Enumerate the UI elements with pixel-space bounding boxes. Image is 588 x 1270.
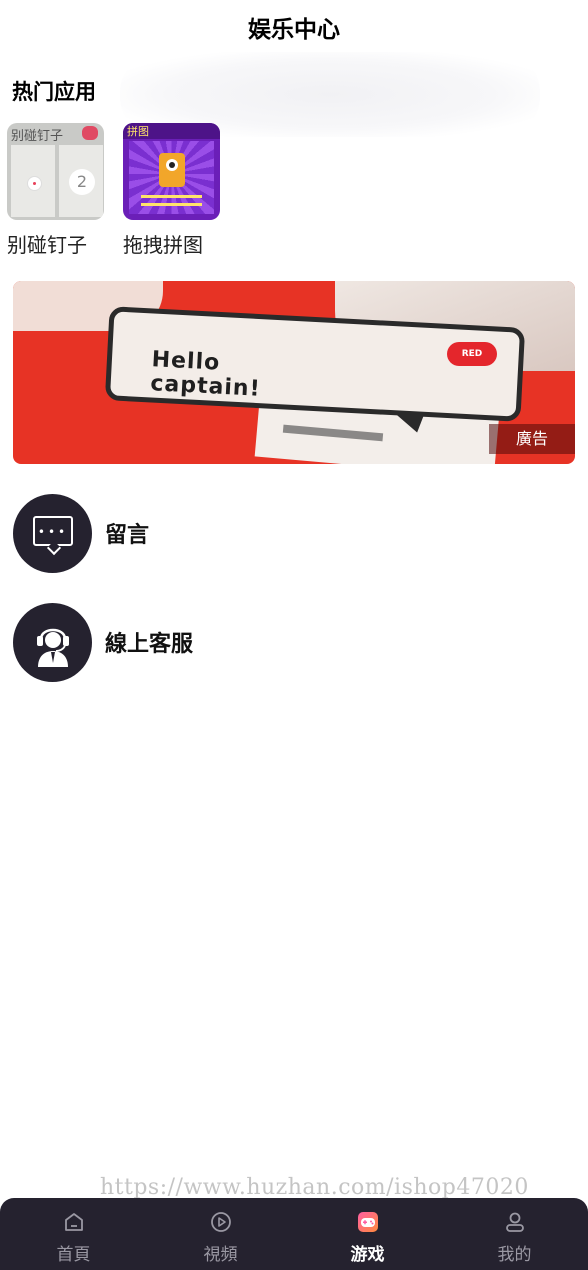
tab-label: 我的 [497,1245,532,1265]
tab-mine[interactable]: 我的 [441,1198,588,1270]
gamepad-icon [357,1212,378,1232]
nail-game-app-icon[interactable]: 别碰钉子 2 [7,123,104,220]
ad-label: 廣告 [489,424,575,454]
customer-service-icon-circle [13,603,92,682]
ad-banner[interactable]: Hello captain! RED 廣告 [13,281,575,464]
tab-label: 首頁 [56,1245,91,1265]
app-name[interactable]: 拖拽拼图 [123,229,223,258]
icon-text-line [141,195,202,198]
list-item-message[interactable]: ••• 留言 [13,494,573,574]
puzzle-game-app-icon[interactable]: 拼图 [123,123,220,220]
tab-label: 視頻 [203,1245,238,1265]
hot-apps-title: 热门应用 [12,80,96,104]
banner-headline: Hello captain! [150,347,263,402]
red-badge: RED [447,342,497,366]
level-number: 2 [69,169,95,195]
app-tile-tuo-zhuai-pin-tu[interactable]: 拼图 拖拽拼图 [123,123,223,258]
tab-home[interactable]: 首頁 [0,1198,147,1270]
chat-bubble-icon: ••• [33,516,73,546]
customer-service-agent-icon [37,628,69,667]
monster-eye-icon [166,159,178,171]
app-name[interactable]: 别碰钉子 [7,229,107,258]
play-circle-icon [210,1212,231,1232]
list-item-label: 線上客服 [105,632,194,657]
ball-icon [28,177,41,190]
tab-video[interactable]: 視頻 [147,1198,294,1270]
tab-label: 游戏 [350,1245,385,1265]
pig-icon [82,126,98,140]
watermark: https://www.huzhan.com/ishop47020 [100,1175,529,1200]
icon-text-line [141,203,202,206]
message-icon-circle: ••• [13,494,92,573]
list-item-label: 留言 [105,523,150,548]
app-tile-bie-peng-ding-zi[interactable]: 别碰钉子 2 别碰钉子 [7,123,107,258]
tab-games[interactable]: 游戏 [294,1198,441,1270]
user-icon [505,1212,524,1232]
page-title: 娱乐中心 [248,17,340,43]
app-icon-caption: 别碰钉子 [11,129,64,144]
app-icon-caption: 拼图 [127,125,149,138]
list-item-customer-service[interactable]: 線上客服 [13,603,573,683]
bottom-tab-bar: 首頁 視頻 游戏 我的 [0,1198,588,1270]
home-icon [64,1213,83,1231]
